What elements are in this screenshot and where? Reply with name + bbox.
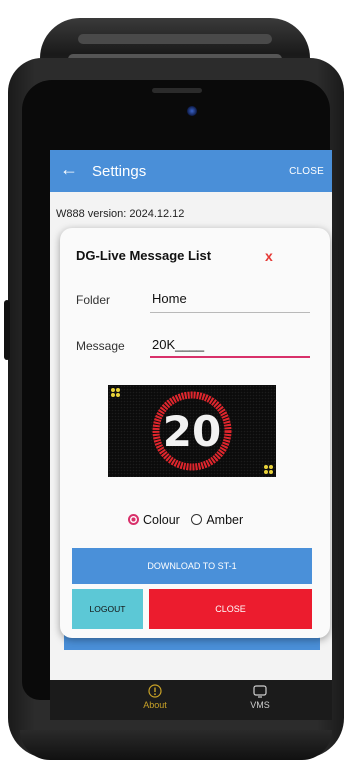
nav-about[interactable]: About	[125, 684, 185, 710]
logout-button[interactable]: LOGOUT	[72, 589, 143, 629]
amber-radio-label[interactable]: Amber	[206, 513, 243, 527]
display-icon	[253, 685, 267, 698]
info-circle-icon	[148, 684, 162, 698]
colour-radio-button[interactable]	[128, 514, 139, 525]
download-button[interactable]: DOWNLOAD TO ST-1	[72, 548, 312, 584]
side-button	[4, 300, 10, 360]
front-camera	[187, 106, 197, 116]
message-label: Message	[76, 339, 125, 353]
page-title: Settings	[92, 163, 147, 180]
back-arrow-icon[interactable]: ←	[60, 160, 78, 178]
nav-vms-label: VMS	[250, 700, 270, 710]
housing-rib	[78, 34, 272, 44]
dialog-close-x-button[interactable]: x	[265, 248, 273, 264]
appbar-close-button[interactable]: CLOSE	[289, 166, 324, 177]
speed-sign-graphic: 20	[108, 385, 276, 477]
vms-sign-preview: 20	[108, 385, 276, 477]
app-bar: ← Settings CLOSE	[50, 150, 332, 192]
amber-radio-button[interactable]	[191, 514, 203, 525]
phone-bottom-housing	[20, 730, 332, 760]
dialog-close-button[interactable]: CLOSE	[149, 589, 312, 629]
color-mode-radio-group: Colour Amber	[128, 513, 243, 527]
folder-label: Folder	[76, 293, 111, 307]
folder-input[interactable]: Home	[152, 291, 187, 306]
speaker-grille	[152, 88, 202, 93]
version-text: W888 version: 2024.12.12	[56, 208, 185, 220]
dialog-title: DG-Live Message List	[76, 248, 212, 263]
nav-vms[interactable]: VMS	[230, 684, 290, 710]
bottom-nav: About VMS	[50, 680, 332, 720]
colour-radio-label[interactable]: Colour	[143, 513, 180, 527]
nav-about-label: About	[143, 700, 167, 710]
folder-underline	[150, 312, 310, 313]
message-underline	[150, 356, 310, 358]
speed-limit-digits: 20	[163, 407, 221, 456]
message-list-dialog: DG-Live Message List x Folder Home Messa…	[60, 228, 330, 638]
message-input[interactable]: 20K____	[152, 337, 204, 352]
